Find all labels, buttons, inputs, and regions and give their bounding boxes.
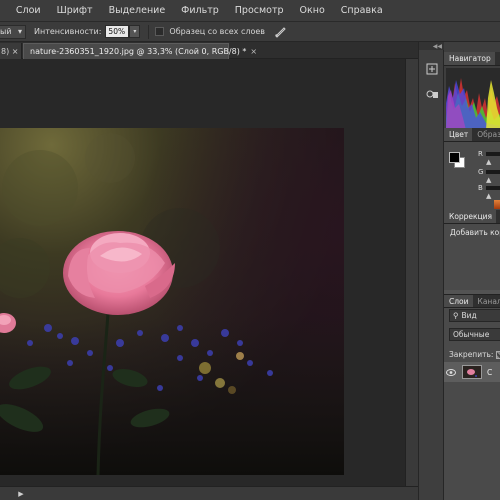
document-image[interactable] (0, 128, 344, 475)
mode-value: ый (0, 27, 12, 36)
red-slider[interactable] (486, 152, 500, 156)
horizontal-scrollbar[interactable]: ▶ (0, 486, 418, 500)
tab-styles[interactable]: С (496, 210, 500, 223)
history-icon[interactable] (423, 60, 441, 78)
menu-item-help[interactable]: Справка (333, 5, 391, 16)
layer-row[interactable]: С (444, 362, 500, 382)
menu-item-select[interactable]: Выделение (101, 5, 174, 16)
tab-adjustments[interactable]: Коррекция (444, 210, 497, 223)
intensity-input[interactable]: 50% (105, 25, 130, 38)
actions-icon[interactable] (423, 86, 441, 104)
mode-dropdown[interactable]: ый ▾ (0, 24, 26, 39)
color-ramp[interactable] (494, 200, 500, 209)
tab-label: 8) × (1, 46, 19, 56)
intensity-label: Интенсивности: (34, 27, 102, 36)
lock-label: Закрепить: (449, 350, 494, 359)
menu-item-layers[interactable]: Слои (8, 5, 49, 16)
menu-item-type[interactable]: Шрифт (49, 5, 101, 16)
vertical-scrollbar[interactable] (405, 59, 418, 486)
slider-thumb-icon[interactable]: ▲ (486, 176, 491, 184)
navigator-panel: Навигатор Ги (444, 42, 500, 130)
blue-slider[interactable] (486, 186, 500, 190)
tab-swatches[interactable]: Образ (472, 128, 500, 141)
options-bar: ый ▾ Интенсивности: 50% ▾ Образец со все… (0, 22, 500, 42)
sample-all-layers-checkbox[interactable] (155, 27, 165, 36)
canvas-workspace[interactable] (0, 59, 405, 486)
adjustments-tabs: Коррекция С (444, 210, 500, 224)
intensity-dropdown-button[interactable]: ▾ (129, 25, 141, 38)
tab-color[interactable]: Цвет (444, 128, 473, 141)
close-icon[interactable]: × (250, 47, 257, 56)
tab-label: nature-2360351_1920.jpg @ 33,3% (Слой 0,… (30, 47, 247, 56)
menu-item-edit[interactable]: е (0, 5, 8, 16)
layer-thumbnail[interactable] (462, 365, 482, 379)
tab-layers[interactable]: Слои (444, 295, 473, 307)
chevron-down-icon: ▾ (17, 27, 22, 36)
navigator-tabs: Навигатор Ги (444, 52, 500, 66)
sample-all-layers-label: Образец со всех слоев (169, 27, 265, 36)
layer-filter-value: Вид (461, 311, 477, 320)
tab-active-document[interactable]: nature-2360351_1920.jpg @ 33,3% (Слой 0,… (23, 43, 257, 59)
menu-item-view[interactable]: Просмотр (227, 5, 292, 16)
layer-name: С (487, 367, 493, 377)
layer-filter-dropdown[interactable]: ⚲ Вид (449, 309, 500, 322)
document-tab-strip: 8) × nature-2360351_1920.jpg @ 33,3% (Сл… (0, 42, 418, 59)
tab-previous-document[interactable]: 8) × (0, 43, 22, 59)
adjustments-panel: Коррекция С Добавить кор (444, 210, 500, 290)
menu-item-filter[interactable]: Фильтр (173, 5, 227, 16)
slider-thumb-icon[interactable]: ▲ (486, 158, 491, 166)
menu-item-window[interactable]: Окно (292, 5, 333, 16)
blend-mode-value: Обычные (453, 330, 490, 339)
menu-bar: е Слои Шрифт Выделение Фильтр Просмотр О… (0, 0, 500, 22)
color-tabs: Цвет Образ (444, 128, 500, 142)
eye-icon[interactable] (444, 368, 458, 376)
foreground-color-swatch[interactable] (449, 152, 460, 163)
add-adjustment-label: Добавить кор (450, 228, 500, 237)
channel-label-r: R (478, 150, 483, 158)
lock-row: Закрепить: (449, 350, 500, 359)
tab-navigator[interactable]: Навигатор (444, 52, 495, 65)
collapse-icon[interactable]: ◀◀ (419, 42, 445, 50)
lock-transparent-pixels-icon[interactable] (496, 350, 500, 359)
channel-label-b: B (478, 184, 483, 192)
blend-mode-dropdown[interactable]: Обычные (449, 328, 500, 341)
tab-channels[interactable]: Канал (473, 295, 500, 307)
layers-panel: Слои Канал ⚲ Вид Обычные Закрепить: С (444, 294, 500, 500)
channel-label-g: G (478, 168, 484, 176)
color-panel: Цвет Образ R ▲ G ▲ B ▲ (444, 128, 500, 210)
layers-tabs: Слои Канал (444, 294, 500, 308)
histogram-graph (446, 68, 500, 130)
brush-pressure-icon[interactable] (273, 25, 287, 39)
slider-thumb-icon[interactable]: ▲ (486, 192, 491, 200)
divider (148, 24, 150, 39)
tab-histogram[interactable]: Ги (495, 52, 500, 65)
green-slider[interactable] (486, 170, 500, 174)
scroll-right-arrow-icon[interactable]: ▶ (16, 488, 26, 499)
search-icon: ⚲ (453, 311, 459, 320)
collapsed-panel-dock: ◀◀ (418, 42, 445, 500)
